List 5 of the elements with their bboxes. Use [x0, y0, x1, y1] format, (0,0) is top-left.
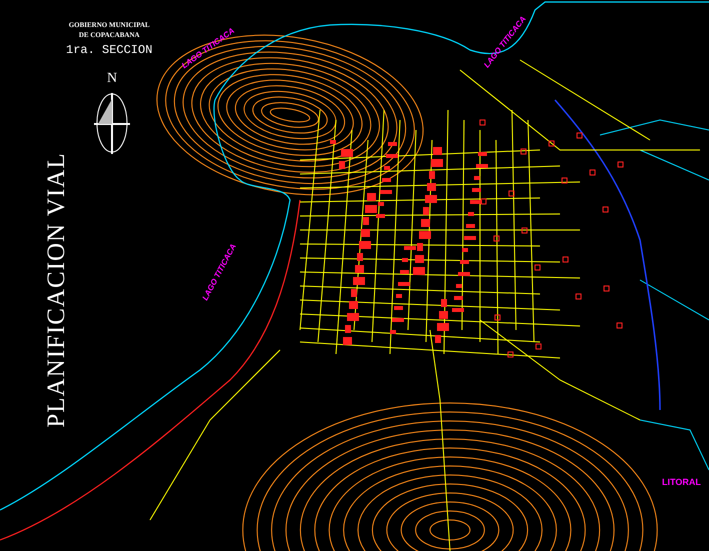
north-label: N — [107, 72, 118, 86]
zone-label: LITORAL — [662, 477, 701, 487]
plan-title: PLANIFICACION VIAL — [43, 152, 71, 428]
section-label: 1ra. SECCION — [66, 43, 152, 57]
compass-icon — [93, 91, 131, 155]
